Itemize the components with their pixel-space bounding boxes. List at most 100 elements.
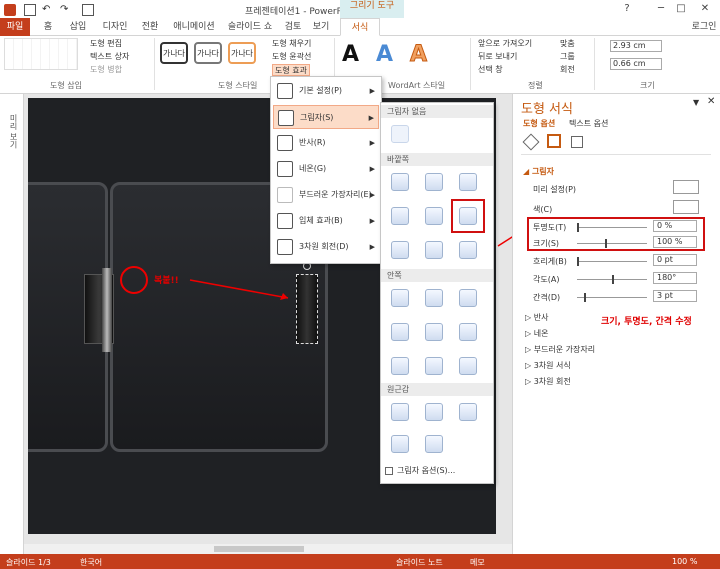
menu-item-preset[interactable]: 기본 설정(P) ▶ bbox=[273, 79, 379, 103]
shadow-inner-option[interactable] bbox=[459, 323, 477, 341]
fill-line-icon[interactable] bbox=[522, 133, 540, 151]
align-button[interactable]: 맞춤 bbox=[560, 38, 575, 50]
distance-input[interactable]: 3 pt bbox=[653, 290, 697, 302]
size-properties-icon[interactable] bbox=[571, 136, 583, 148]
shadow-inner-option[interactable] bbox=[425, 289, 443, 307]
shape-style-preset-1[interactable]: 가나다 bbox=[160, 42, 188, 64]
angle-slider[interactable] bbox=[577, 275, 647, 284]
menu-item-soft-edges[interactable]: 부드러운 가장자리(E) ▶ bbox=[273, 183, 379, 207]
shape-style-preset-3[interactable]: 가나다 bbox=[228, 42, 256, 64]
shadow-perspective-option[interactable] bbox=[425, 435, 443, 453]
transparency-input[interactable]: 0 % bbox=[653, 220, 697, 232]
shadow-perspective-option[interactable] bbox=[391, 403, 409, 421]
pane-close-icon[interactable]: ✕ bbox=[707, 96, 715, 107]
wordart-style-black[interactable]: A bbox=[342, 42, 359, 67]
shape-fill-button[interactable]: 도형 채우기 bbox=[272, 38, 311, 50]
tab-design[interactable]: 디자인 bbox=[98, 18, 132, 36]
menu-item-bevel[interactable]: 입체 효과(B) ▶ bbox=[273, 209, 379, 233]
section-reflection[interactable]: ▷ 반사 bbox=[525, 312, 548, 323]
menu-item-glow[interactable]: 네온(G) ▶ bbox=[273, 157, 379, 181]
bring-forward-button[interactable]: 앞으로 가져오기 bbox=[478, 38, 532, 50]
shadow-outer-option[interactable] bbox=[391, 241, 409, 259]
shadow-none-option[interactable] bbox=[391, 125, 409, 143]
menu-item-shadow[interactable]: 그림자(S) ▶ bbox=[273, 105, 379, 129]
shadow-outer-option[interactable] bbox=[459, 173, 477, 191]
tab-slideshow[interactable]: 슬라이드 쇼 bbox=[224, 18, 276, 36]
tab-transitions[interactable]: 전환 bbox=[136, 18, 164, 36]
tab-shape-options[interactable]: 도형 옵션 bbox=[523, 118, 555, 129]
close-icon[interactable]: ✕ bbox=[696, 2, 714, 16]
shape-outline-button[interactable]: 도형 윤곽선 bbox=[272, 51, 311, 63]
section-glow[interactable]: ▷ 네온 bbox=[525, 328, 548, 339]
menu-item-3d-rotation[interactable]: 3차원 회전(D) ▶ bbox=[273, 235, 379, 259]
angle-input[interactable]: 180° bbox=[653, 272, 697, 284]
shadow-perspective-option[interactable] bbox=[459, 403, 477, 421]
color-picker[interactable] bbox=[673, 200, 699, 214]
tab-file[interactable]: 파일 bbox=[0, 18, 30, 36]
user-login[interactable]: 로그인 bbox=[688, 18, 720, 36]
shadow-outer-option[interactable] bbox=[425, 241, 443, 259]
menu-item-reflection[interactable]: 반사(R) ▶ bbox=[273, 131, 379, 155]
shadow-perspective-option[interactable] bbox=[425, 403, 443, 421]
thumbnail-strip[interactable]: 미리 보기 bbox=[0, 94, 24, 554]
tab-home[interactable]: 홈 bbox=[36, 18, 60, 36]
shape-effects-button[interactable]: 도형 효과 bbox=[272, 64, 310, 76]
tab-view[interactable]: 보기 bbox=[308, 18, 334, 36]
shape-height-input[interactable]: 2.93 cm bbox=[610, 40, 662, 52]
section-3d-format[interactable]: ▷ 3차원 서식 bbox=[525, 360, 571, 371]
wordart-style-orange[interactable]: A bbox=[409, 42, 427, 68]
wordart-style-blue[interactable]: A bbox=[376, 42, 393, 67]
horizontal-scrollbar[interactable] bbox=[24, 544, 512, 554]
shape-style-preset-2[interactable]: 가나다 bbox=[194, 42, 222, 64]
rotate-button[interactable]: 회전 bbox=[560, 64, 575, 76]
tab-review[interactable]: 검토 bbox=[280, 18, 306, 36]
size-input[interactable]: 100 % bbox=[653, 236, 697, 248]
tab-format[interactable]: 서식 bbox=[340, 18, 380, 36]
comments-button[interactable]: 메모 bbox=[470, 557, 485, 568]
shadow-options-link[interactable]: 그림자 옵션(S)... bbox=[385, 465, 455, 476]
shadow-inner-option[interactable] bbox=[391, 323, 409, 341]
help-icon[interactable]: ? bbox=[618, 2, 636, 16]
blur-slider[interactable] bbox=[577, 257, 647, 266]
shadow-outer-option[interactable] bbox=[425, 173, 443, 191]
save-icon[interactable] bbox=[24, 4, 36, 16]
group-button[interactable]: 그룹 bbox=[560, 51, 575, 63]
size-slider[interactable] bbox=[577, 239, 647, 248]
shadow-inner-option[interactable] bbox=[425, 357, 443, 375]
shadow-inner-option[interactable] bbox=[391, 357, 409, 375]
send-backward-button[interactable]: 뒤로 보내기 bbox=[478, 51, 517, 63]
shadow-outer-option[interactable] bbox=[459, 241, 477, 259]
section-soft-edges[interactable]: ▷ 부드러운 가장자리 bbox=[525, 344, 595, 355]
redo-icon[interactable]: ↷ bbox=[60, 4, 72, 16]
merge-shapes-button[interactable]: 도형 병합 bbox=[90, 64, 122, 76]
preset-picker[interactable] bbox=[673, 180, 699, 194]
blur-input[interactable]: 0 pt bbox=[653, 254, 697, 266]
shape-gallery[interactable] bbox=[4, 38, 78, 70]
text-box-button[interactable]: 텍스트 상자 bbox=[90, 51, 129, 63]
section-3d-rotation[interactable]: ▷ 3차원 회전 bbox=[525, 376, 571, 387]
edit-shape-button[interactable]: 도형 편집 bbox=[90, 38, 122, 50]
distance-slider[interactable] bbox=[577, 293, 647, 302]
shadow-inner-option[interactable] bbox=[459, 357, 477, 375]
effects-icon[interactable] bbox=[547, 134, 561, 148]
pane-dropdown-icon[interactable]: ▼ bbox=[693, 98, 699, 107]
shadow-outer-option[interactable] bbox=[391, 173, 409, 191]
slideshow-icon[interactable] bbox=[82, 4, 94, 16]
tab-animations[interactable]: 애니메이션 bbox=[168, 18, 220, 36]
notes-button[interactable]: 슬라이드 노트 bbox=[396, 557, 443, 568]
shadow-perspective-option[interactable] bbox=[391, 435, 409, 453]
shadow-inner-option[interactable] bbox=[425, 323, 443, 341]
shape-width-input[interactable]: 0.66 cm bbox=[610, 58, 662, 70]
selection-pane-button[interactable]: 선택 창 bbox=[478, 64, 503, 76]
shadow-outer-option[interactable] bbox=[425, 207, 443, 225]
tab-insert[interactable]: 삽입 bbox=[64, 18, 92, 36]
minimize-icon[interactable]: ─ bbox=[652, 2, 670, 16]
scroll-thumb[interactable] bbox=[214, 546, 304, 552]
maximize-icon[interactable]: □ bbox=[672, 2, 690, 16]
language-indicator[interactable]: 한국어 bbox=[80, 557, 102, 568]
shadow-outer-option[interactable] bbox=[391, 207, 409, 225]
zoom-level[interactable]: 100 % bbox=[672, 557, 697, 566]
shadow-inner-option[interactable] bbox=[459, 289, 477, 307]
shadow-section-header[interactable]: ◢ 그림자 bbox=[523, 166, 554, 177]
tab-text-options[interactable]: 텍스트 옵션 bbox=[569, 118, 608, 129]
